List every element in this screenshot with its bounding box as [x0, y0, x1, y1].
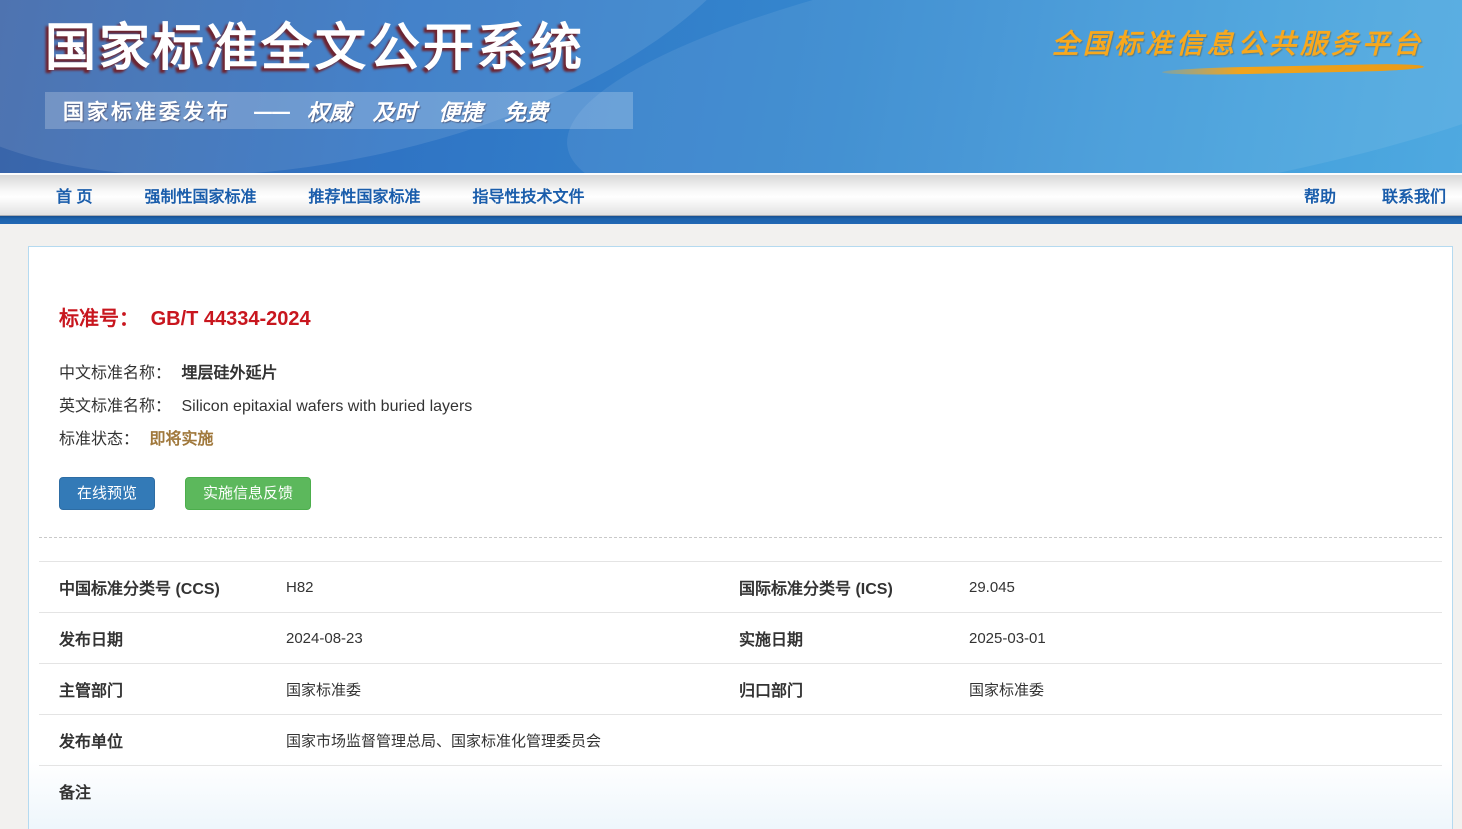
implementation-feedback-button[interactable]: 实施信息反馈 — [185, 477, 311, 510]
standard-info-block: 中文标准名称： 埋层硅外延片 英文标准名称： Silicon epitaxial… — [39, 331, 1442, 456]
site-title-logo[interactable]: 国家标准全文公开系统 — [45, 6, 585, 80]
ics-value: 29.045 — [969, 579, 1442, 596]
ics-label: 国际标准分类号 (ICS) — [739, 575, 969, 599]
nav-item-recommended-standards[interactable]: 推荐性国家标准 — [308, 183, 420, 207]
issuing-unit-label: 发布单位 — [59, 728, 286, 752]
cn-name-line: 中文标准名称： 埋层硅外延片 — [59, 357, 1422, 390]
publish-date-value: 2024-08-23 — [286, 630, 739, 647]
table-row: 主管部门 国家标准委 归口部门 国家标准委 — [39, 663, 1442, 714]
publisher-label: 国家标准委发布 — [63, 96, 231, 126]
nav-accent-bar — [0, 216, 1462, 224]
implement-date-label: 实施日期 — [739, 626, 969, 650]
slogan-words: 权威 及时 便捷 免费 — [307, 95, 548, 127]
online-preview-button[interactable]: 在线预览 — [59, 477, 155, 510]
platform-logo[interactable]: 全国标准信息公共服务平台 — [1052, 22, 1424, 73]
nav-right-group: 帮助 联系我们 — [1304, 183, 1446, 207]
status-label: 标准状态： — [59, 431, 139, 448]
nav-item-contact[interactable]: 联系我们 — [1382, 183, 1446, 207]
standard-number-label: 标准号： — [59, 308, 139, 330]
table-row: 发布单位 国家市场监督管理总局、国家标准化管理委员会 — [39, 714, 1442, 765]
table-row: 备注 — [39, 765, 1442, 816]
centralized-dept-label: 归口部门 — [739, 677, 969, 701]
competent-dept-value: 国家标准委 — [286, 679, 739, 700]
dashed-divider — [39, 537, 1442, 538]
status-line: 标准状态： 即将实施 — [59, 423, 1422, 456]
implement-date-value: 2025-03-01 — [969, 630, 1442, 647]
publish-date-label: 发布日期 — [59, 626, 286, 650]
en-name-value: Silicon epitaxial wafers with buried lay… — [181, 398, 472, 415]
table-row: 中国标准分类号 (CCS) H82 国际标准分类号 (ICS) 29.045 — [39, 561, 1442, 612]
cn-name-value: 埋层硅外延片 — [181, 365, 277, 382]
main-nav: 首 页 强制性国家标准 推荐性国家标准 指导性技术文件 帮助 联系我们 — [0, 173, 1462, 216]
slogan-dash: —— — [253, 99, 289, 123]
nav-item-help[interactable]: 帮助 — [1304, 183, 1336, 207]
nav-item-home[interactable]: 首 页 — [56, 183, 92, 207]
details-table: 中国标准分类号 (CCS) H82 国际标准分类号 (ICS) 29.045 发… — [39, 561, 1442, 816]
nav-item-mandatory-standards[interactable]: 强制性国家标准 — [144, 183, 256, 207]
remarks-label: 备注 — [59, 779, 286, 803]
centralized-dept-value: 国家标准委 — [969, 679, 1442, 700]
nav-left-group: 首 页 强制性国家标准 推荐性国家标准 指导性技术文件 — [56, 183, 1304, 207]
standard-detail-card: 标准号： GB/T 44334-2024 中文标准名称： 埋层硅外延片 英文标准… — [28, 246, 1453, 829]
standard-number-line: 标准号： GB/T 44334-2024 — [39, 247, 1442, 331]
table-row: 发布日期 2024-08-23 实施日期 2025-03-01 — [39, 612, 1442, 663]
ccs-value: H82 — [286, 579, 739, 596]
site-header: 国家标准全文公开系统 国家标准委发布 —— 权威 及时 便捷 免费 全国标准信息… — [0, 0, 1462, 173]
page-body: 标准号： GB/T 44334-2024 中文标准名称： 埋层硅外延片 英文标准… — [0, 224, 1462, 827]
nav-item-guidance-documents[interactable]: 指导性技术文件 — [472, 183, 584, 207]
status-badge: 即将实施 — [149, 431, 213, 448]
ccs-label: 中国标准分类号 (CCS) — [59, 575, 286, 599]
standard-number-value: GB/T 44334-2024 — [151, 308, 311, 330]
platform-logo-text: 全国标准信息公共服务平台 — [1052, 22, 1424, 61]
cn-name-label: 中文标准名称： — [59, 365, 171, 382]
action-button-row: 在线预览 实施信息反馈 — [39, 456, 1442, 510]
en-name-label: 英文标准名称： — [59, 398, 171, 415]
issuing-unit-value: 国家市场监督管理总局、国家标准化管理委员会 — [286, 730, 1442, 751]
slogan-banner: 国家标准委发布 —— 权威 及时 便捷 免费 — [45, 92, 633, 129]
en-name-line: 英文标准名称： Silicon epitaxial wafers with bu… — [59, 390, 1422, 423]
competent-dept-label: 主管部门 — [59, 677, 286, 701]
